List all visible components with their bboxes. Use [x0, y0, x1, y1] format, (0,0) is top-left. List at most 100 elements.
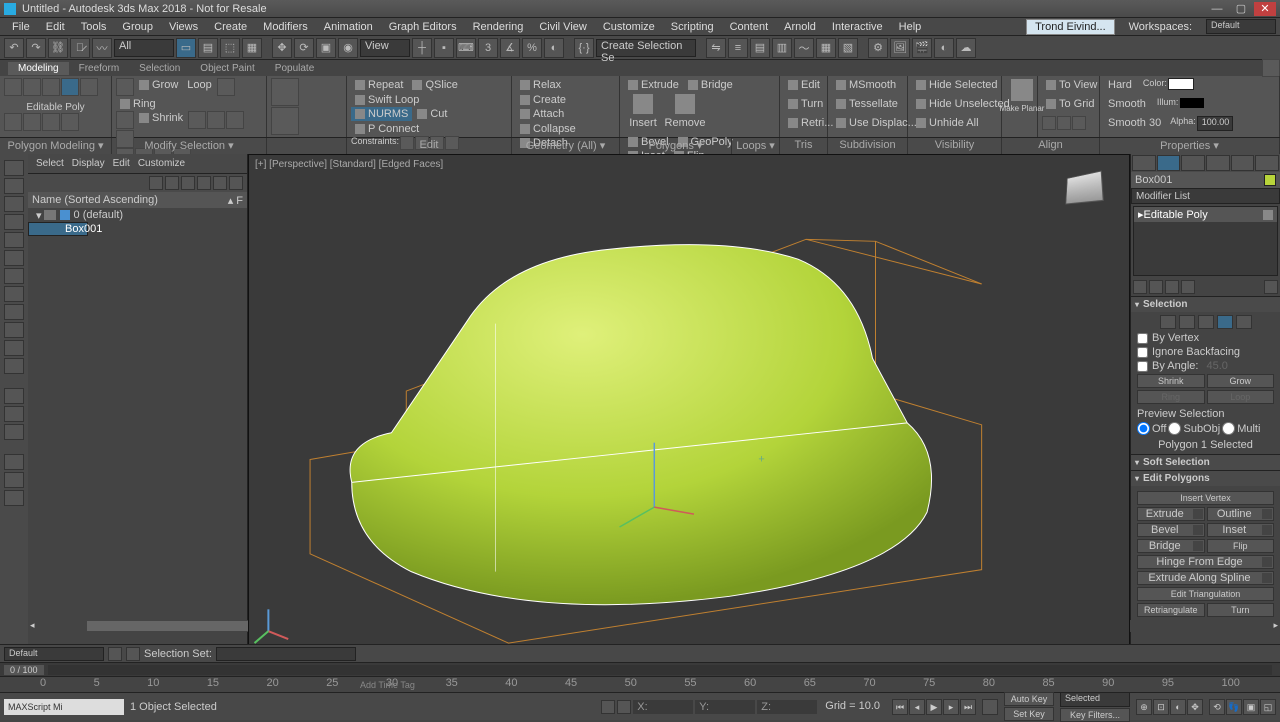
modifier-editablepoly[interactable]: ▸ Editable Poly: [1134, 207, 1277, 222]
object-name[interactable]: Box001: [1135, 174, 1172, 186]
unhide-btn[interactable]: Unhide All: [912, 116, 983, 130]
pconnect-button[interactable]: P Connect: [351, 122, 423, 136]
ribbon-tab-modeling[interactable]: Modeling: [8, 62, 69, 75]
scene-tab-display[interactable]: Display: [72, 158, 105, 169]
menu-group[interactable]: Group: [114, 21, 161, 33]
menu-customize[interactable]: Customize: [595, 21, 663, 33]
autokey-button[interactable]: Auto Key: [1004, 692, 1054, 706]
vertex-mode-button[interactable]: [4, 78, 22, 96]
illum-swatch[interactable]: [1179, 97, 1205, 109]
preview-multi[interactable]: [1222, 422, 1235, 435]
repeat-button[interactable]: Repeat: [351, 78, 407, 92]
edit-prev2[interactable]: [271, 107, 299, 135]
align-x[interactable]: [1042, 116, 1056, 130]
frame-indicator[interactable]: 0 / 100: [4, 665, 44, 675]
menu-content[interactable]: Content: [722, 21, 777, 33]
modsel-4[interactable]: [207, 111, 225, 129]
msmooth-btn[interactable]: MSmooth: [832, 78, 900, 92]
scene-lock-icon[interactable]: [165, 176, 179, 190]
bridge-settings-icon[interactable]: [1193, 541, 1203, 551]
make-unique-icon[interactable]: [1165, 280, 1179, 294]
scene-t4-icon[interactable]: [229, 176, 243, 190]
layer-btn1[interactable]: [108, 647, 122, 661]
poly-opt4[interactable]: [61, 113, 79, 131]
scene-t1-icon[interactable]: [181, 176, 195, 190]
scene-t2-icon[interactable]: [197, 176, 211, 190]
bridge-poly-button[interactable]: Bridge: [1137, 539, 1205, 553]
scene-tab-customize[interactable]: Customize: [138, 158, 185, 169]
group-align[interactable]: Align: [1002, 138, 1100, 154]
menu-grapheditors[interactable]: Graph Editors: [381, 21, 465, 33]
menu-arnold[interactable]: Arnold: [776, 21, 824, 33]
cmd-tab-modify[interactable]: [1157, 155, 1181, 171]
ring-button[interactable]: Ring: [116, 97, 160, 111]
redo-button[interactable]: ↷: [26, 38, 46, 58]
outline-button[interactable]: Outline: [1207, 507, 1275, 521]
viewport[interactable]: [+] [Perspective] [Standard] [Edged Face…: [248, 154, 1130, 652]
sel-vertex[interactable]: [1160, 315, 1176, 329]
scale-button[interactable]: ▣: [316, 38, 336, 58]
group-icon[interactable]: [4, 322, 24, 338]
render-iray-button[interactable]: ◐: [934, 38, 954, 58]
named-sel-input[interactable]: Create Selection Se: [596, 39, 696, 57]
ignore-backfacing-check[interactable]: [1137, 347, 1148, 358]
scene-tab-select[interactable]: Select: [36, 158, 64, 169]
hide-icon[interactable]: [4, 388, 24, 404]
remove-btn[interactable]: Remove: [663, 93, 707, 135]
scene-tab-edit[interactable]: Edit: [113, 158, 130, 169]
smooth-btn[interactable]: Smooth: [1104, 97, 1150, 111]
by-vertex-check[interactable]: [1137, 333, 1148, 344]
inset-settings-icon[interactable]: [1262, 525, 1272, 535]
schematic-button[interactable]: ▦: [816, 38, 836, 58]
object-color-swatch[interactable]: [1264, 174, 1276, 186]
menu-rendering[interactable]: Rendering: [465, 21, 532, 33]
render-frame-button[interactable]: 🖼: [890, 38, 910, 58]
close-button[interactable]: ✕: [1254, 2, 1276, 16]
cmd-tab-create[interactable]: [1132, 155, 1156, 171]
insert-vertex-button[interactable]: Insert Vertex: [1137, 491, 1274, 505]
named-sel-button[interactable]: {·}: [574, 38, 594, 58]
nav-min-button[interactable]: ◱: [1260, 699, 1276, 715]
menu-edit[interactable]: Edit: [38, 21, 73, 33]
turn-button[interactable]: Turn: [1207, 603, 1275, 617]
link-button[interactable]: ⛓: [48, 38, 68, 58]
hideunsel-btn[interactable]: Hide Unselected: [912, 97, 1014, 111]
poly-opt3[interactable]: [42, 113, 60, 131]
hard-btn[interactable]: Hard: [1104, 78, 1136, 92]
ribbon-minimize-button[interactable]: [1262, 59, 1280, 77]
filter2-icon[interactable]: [4, 472, 24, 488]
selset-input[interactable]: [216, 647, 356, 661]
retriangulate-button[interactable]: Retriangulate: [1137, 603, 1205, 617]
group-props[interactable]: Properties ▾: [1100, 138, 1280, 154]
tri-edit[interactable]: Edit: [784, 78, 824, 92]
filter-all[interactable]: All: [114, 39, 174, 57]
by-angle-check[interactable]: [1137, 361, 1148, 372]
maxscript-listener[interactable]: MAXScript Mi: [4, 699, 124, 715]
pivot-button[interactable]: ┼: [412, 38, 432, 58]
modsel-1[interactable]: [116, 78, 134, 96]
align-z[interactable]: [1072, 116, 1086, 130]
flip-poly-button[interactable]: Flip: [1207, 539, 1275, 553]
eye-icon[interactable]: [44, 210, 56, 220]
rollout-editpoly[interactable]: Edit Polygons: [1131, 471, 1280, 486]
render-button[interactable]: 🎬: [912, 38, 932, 58]
color-swatch[interactable]: [1168, 78, 1194, 90]
menu-tools[interactable]: Tools: [73, 21, 115, 33]
geom-icon[interactable]: [4, 268, 24, 284]
bridge-btn[interactable]: Bridge: [684, 78, 737, 92]
ribbon-tab-populate[interactable]: Populate: [265, 62, 324, 75]
menu-interactive[interactable]: Interactive: [824, 21, 891, 33]
align-button[interactable]: ≡: [728, 38, 748, 58]
window-crossing-button[interactable]: ▦: [242, 38, 262, 58]
nav-walk-button[interactable]: 👣: [1226, 699, 1242, 715]
keyfilters-button[interactable]: Key Filters...: [1060, 708, 1130, 722]
hinge-button[interactable]: Hinge From Edge: [1137, 555, 1274, 569]
modsel-ring[interactable]: [217, 78, 235, 96]
menu-scripting[interactable]: Scripting: [663, 21, 722, 33]
hinge-settings-icon[interactable]: [1262, 557, 1272, 567]
modsel-2[interactable]: [116, 111, 134, 129]
scene-close-icon[interactable]: [149, 176, 163, 190]
undo-button[interactable]: ↶: [4, 38, 24, 58]
rollout-selection[interactable]: Selection: [1131, 297, 1280, 312]
group-polys[interactable]: Polygons ▾: [620, 138, 732, 154]
